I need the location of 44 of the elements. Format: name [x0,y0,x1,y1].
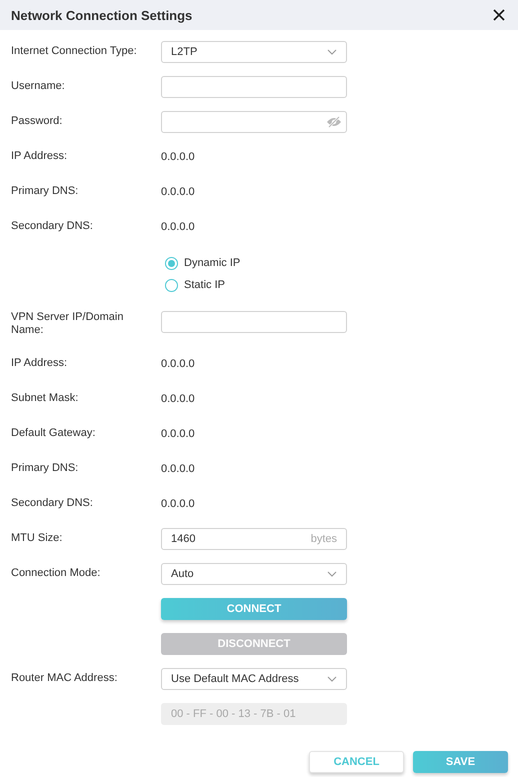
field-value: 0.0.0.0 [161,150,195,162]
input-field[interactable] [161,311,347,333]
field-value: 0.0.0.0 [161,462,195,474]
field-label: Username: [11,80,65,92]
dropdown[interactable]: Use Default MAC Address [161,668,347,690]
unit-label: bytes [310,532,337,544]
field-label: Subnet Mask: [11,392,78,404]
field-label: Password: [11,115,62,127]
field-label: Secondary DNS: [11,497,93,509]
field-value: 0.0.0.0 [161,498,195,510]
field-label: Primary DNS: [11,185,78,197]
field-value: 0.0.0.0 [161,220,195,232]
radio-button[interactable] [165,278,178,292]
input-field[interactable]: 1460 bytes [161,528,347,550]
password-field[interactable] [161,110,347,132]
eye-slash-icon[interactable] [326,116,342,128]
chevron-down-icon [327,570,337,576]
input-field[interactable] [161,76,347,98]
dropdown[interactable]: L2TP [161,40,347,62]
field-value: 0.0.0.0 [161,392,195,404]
field-label: IP Address: [11,357,68,369]
field-label: MTU Size: [11,532,62,544]
radio-button[interactable] [165,256,178,270]
field-value: 0.0.0.0 [161,186,195,198]
field-label: Secondary DNS: [11,220,93,232]
radio-label: Dynamic IP [184,257,240,269]
field-value: 0.0.0.0 [161,358,195,370]
field-label: Connection Mode: [11,567,100,579]
field-label: Primary DNS: [11,462,78,474]
dropdown[interactable]: Auto [161,562,347,584]
close-icon[interactable] [493,9,505,21]
action-button[interactable]: CONNECT [161,598,347,620]
window-title: Network Connection Settings [11,8,192,22]
field-label: Internet Connection Type: [11,45,137,57]
chevron-down-icon [327,48,337,54]
save-button[interactable]: SAVE [413,751,508,773]
chevron-down-icon [327,676,337,682]
cancel-button[interactable]: CANCEL [309,751,404,773]
field-label: Default Gateway: [11,427,96,439]
field-value: 0.0.0.0 [161,428,195,440]
field-label: Router MAC Address: [11,672,118,684]
radio-label: Static IP [184,279,225,291]
field-label: VPN Server IP/Domain Name: [11,311,124,336]
field-label: IP Address: [11,150,68,162]
